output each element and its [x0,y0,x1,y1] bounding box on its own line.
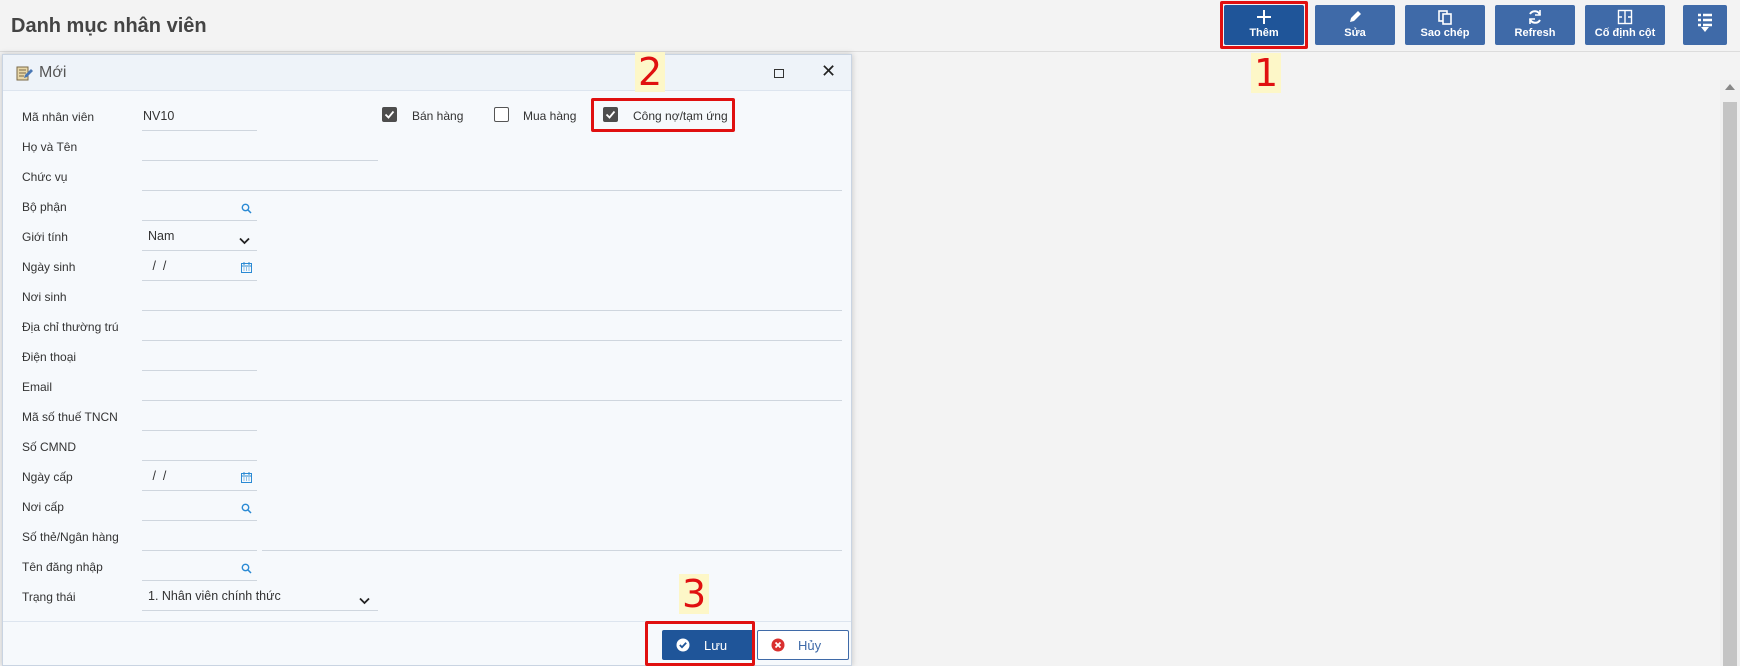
step3-marker: 3 [679,574,710,614]
id-number-label: Số CMND [22,440,77,454]
birthplace-input[interactable] [142,310,842,311]
scrollbar-thumb[interactable] [1723,102,1737,666]
birth-date-underline [142,280,257,281]
address-label: Địa chỉ thường trú [22,320,119,334]
issue-date-calendar-icon[interactable] [241,470,252,488]
email-input[interactable] [142,400,842,401]
birth-date-label: Ngày sinh [22,260,76,274]
issue-place-label: Nơi cấp [22,500,64,514]
refresh-button[interactable]: Refresh [1495,5,1575,45]
full-name-input[interactable] [142,160,378,161]
step2-highlight [591,98,735,132]
refresh-icon [1495,5,1575,27]
login-name-search-icon[interactable] [241,561,252,579]
freeze-columns-button[interactable]: Cố định cột [1585,5,1665,45]
issue-place-input[interactable] [142,520,257,521]
pencil-icon [1315,5,1395,27]
bank-card-label: Số thẻ/Ngân hàng [22,530,119,544]
dialog-header: Mới ✕ [3,55,851,91]
status-chevron-down-icon[interactable] [359,592,370,610]
purchase-checkbox-label: Mua hàng [523,109,577,123]
issue-place-search-icon[interactable] [241,501,252,519]
birthplace-label: Nơi sinh [22,290,67,304]
copy-button[interactable]: Sao chép [1405,5,1485,45]
birth-date-input[interactable]: / / [149,259,166,273]
tax-code-input[interactable] [142,430,257,431]
freeze-columns-button-label: Cố định cột [1594,27,1656,39]
close-circle-icon [771,638,785,652]
login-name-input[interactable] [142,580,257,581]
phone-input[interactable] [142,370,257,371]
department-input[interactable] [142,220,257,221]
email-label: Email [22,380,53,394]
columns-icon [1585,5,1665,27]
gender-chevron-down-icon[interactable] [239,232,250,250]
edit-form-icon [15,64,33,87]
sales-checkbox[interactable] [382,107,397,122]
chevron-down-icon [1683,27,1727,33]
issue-date-underline [142,490,257,491]
sales-checkbox-label: Bán hàng [412,109,464,123]
dialog-title: Mới [39,64,67,81]
bank-card-number-input[interactable] [142,550,257,551]
status-label: Trạng thái [22,590,76,604]
copy-icon [1405,5,1485,27]
issue-date-input[interactable]: / / [149,469,166,483]
maximize-icon[interactable] [774,69,784,78]
top-bar: Danh mục nhân viên Thêm Sửa Sao chép Ref… [0,0,1740,52]
phone-label: Điện thoại [22,350,77,364]
cancel-button[interactable]: Hủy [757,630,849,660]
scroll-up-icon[interactable] [1725,84,1735,90]
new-employee-dialog: Mới ✕ Mã nhân viên NV10 Bán hàng Mua hàn… [2,54,852,666]
refresh-button-label: Refresh [1514,27,1556,39]
list-icon [1683,5,1727,27]
address-input[interactable] [142,340,842,341]
step2-marker: 2 [635,52,666,92]
birth-date-calendar-icon[interactable] [241,260,252,278]
gender-label: Giới tính [22,230,68,244]
issue-date-label: Ngày cấp [22,470,73,484]
position-input[interactable] [142,190,842,191]
close-icon[interactable]: ✕ [821,61,836,81]
step3-highlight [645,621,755,666]
department-search-icon[interactable] [241,201,252,219]
status-underline [142,610,378,611]
page-title: Danh mục nhân viên [11,15,207,37]
step1-highlight [1220,1,1308,49]
employee-code-input[interactable]: NV10 [143,109,174,123]
full-name-label: Họ và Tên [22,140,78,154]
cancel-button-label: Hủy [798,638,822,653]
position-label: Chức vụ [22,170,68,184]
more-menu-button[interactable] [1683,5,1727,45]
employee-code-label: Mã nhân viên [22,110,95,124]
employee-code-underline [142,130,257,131]
edit-button-label: Sửa [1344,27,1366,39]
bank-name-input[interactable] [262,550,842,551]
tax-code-label: Mã số thuế TNCN [22,410,118,424]
gender-underline [142,250,257,251]
gender-select[interactable]: Nam [148,229,174,243]
purchase-checkbox[interactable] [494,107,509,122]
id-number-input[interactable] [142,460,257,461]
vertical-scrollbar[interactable] [1720,80,1740,666]
step1-marker: 1 [1251,53,1282,93]
login-name-label: Tên đăng nhập [22,560,103,574]
department-label: Bộ phận [22,200,67,214]
copy-button-label: Sao chép [1420,27,1470,39]
edit-button[interactable]: Sửa [1315,5,1395,45]
status-select[interactable]: 1. Nhân viên chính thức [148,589,281,603]
